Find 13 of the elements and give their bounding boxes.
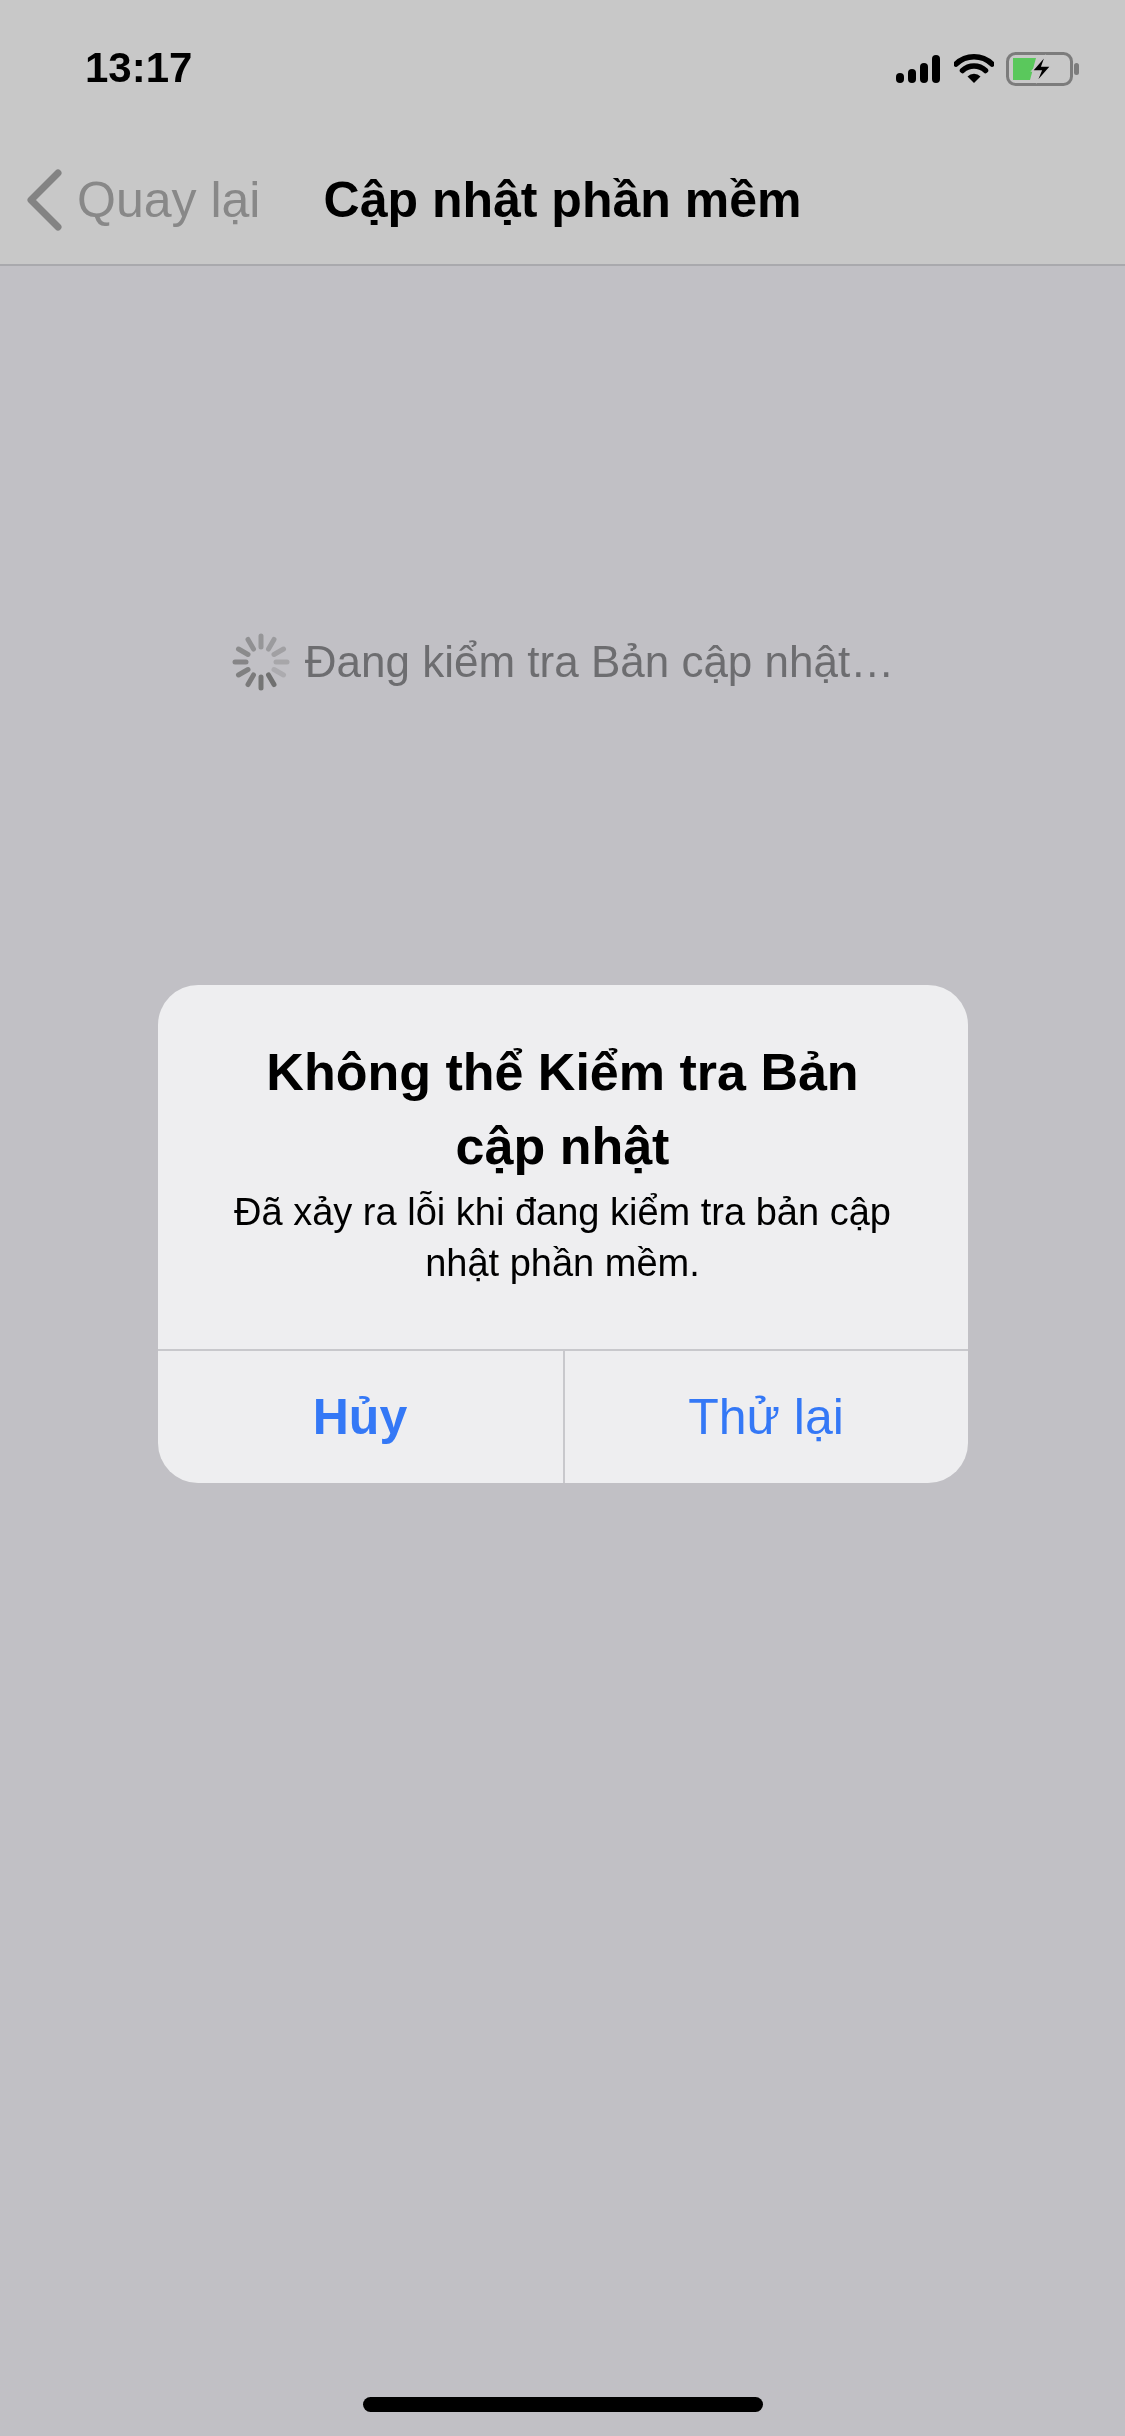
- loading-text: Đang kiểm tra Bản cập nhật…: [304, 636, 895, 688]
- alert-title: Không thể Kiểm tra Bản cập nhật: [265, 1042, 860, 1177]
- alert-message: Đã xảy ra lỗi khi đang kiểm tra bản cập nhật phần mềm.: [233, 1190, 892, 1286]
- wifi-icon: [954, 54, 994, 84]
- signal-icon: [896, 55, 942, 83]
- retry-button[interactable]: Thử lại: [562, 1351, 968, 1483]
- status-time: 13:17: [85, 44, 193, 92]
- back-chevron-icon: [25, 169, 63, 231]
- spinner-icon: [230, 632, 291, 692]
- cancel-button[interactable]: Hủy: [157, 1351, 563, 1483]
- back-button[interactable]: Quay lại: [0, 169, 261, 231]
- nav-title: Cập nhật phần mềm: [323, 171, 802, 230]
- battery-icon: [1006, 52, 1080, 86]
